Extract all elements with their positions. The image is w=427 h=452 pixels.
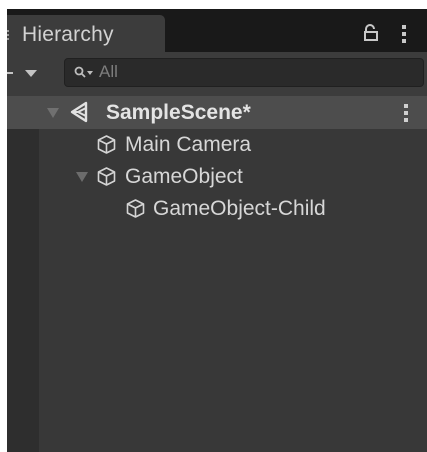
gameobject-cube-icon xyxy=(126,199,145,218)
item-label: GameObject-Child xyxy=(153,197,326,220)
drag-grip-icon[interactable] xyxy=(7,29,11,41)
foldout-expanded-icon[interactable] xyxy=(75,171,89,183)
gameobject-cube-icon xyxy=(97,167,116,186)
tab-hierarchy[interactable]: Hierarchy xyxy=(7,15,165,52)
tree-row-scene[interactable]: SampleScene* xyxy=(7,96,427,129)
lock-icon[interactable] xyxy=(362,24,380,42)
hierarchy-window: Hierarchy All SampleScene* Main Camera G… xyxy=(7,9,427,452)
search-placeholder: All xyxy=(99,62,118,81)
tree-row-gameobject-child[interactable]: GameObject-Child xyxy=(7,193,427,225)
search-input[interactable]: All xyxy=(64,58,424,87)
tab-strip: Hierarchy xyxy=(7,9,427,52)
gameobject-cube-icon xyxy=(97,135,116,154)
tree-row-main-camera[interactable]: Main Camera xyxy=(7,129,427,161)
kebab-menu-icon[interactable] xyxy=(400,23,408,45)
tab-title: Hierarchy xyxy=(22,23,114,46)
item-label: Main Camera xyxy=(125,133,252,156)
tree-row-gameobject[interactable]: GameObject xyxy=(7,161,427,193)
foldout-expanded-icon[interactable] xyxy=(46,107,60,119)
plus-dropdown-icon[interactable] xyxy=(7,66,39,80)
unity-scene-icon xyxy=(70,101,88,123)
scene-label: SampleScene* xyxy=(106,101,251,124)
search-filter-icon[interactable] xyxy=(74,66,96,80)
hierarchy-toolbar: All xyxy=(7,52,427,96)
item-label: GameObject xyxy=(125,165,243,188)
kebab-menu-icon[interactable] xyxy=(403,102,409,124)
